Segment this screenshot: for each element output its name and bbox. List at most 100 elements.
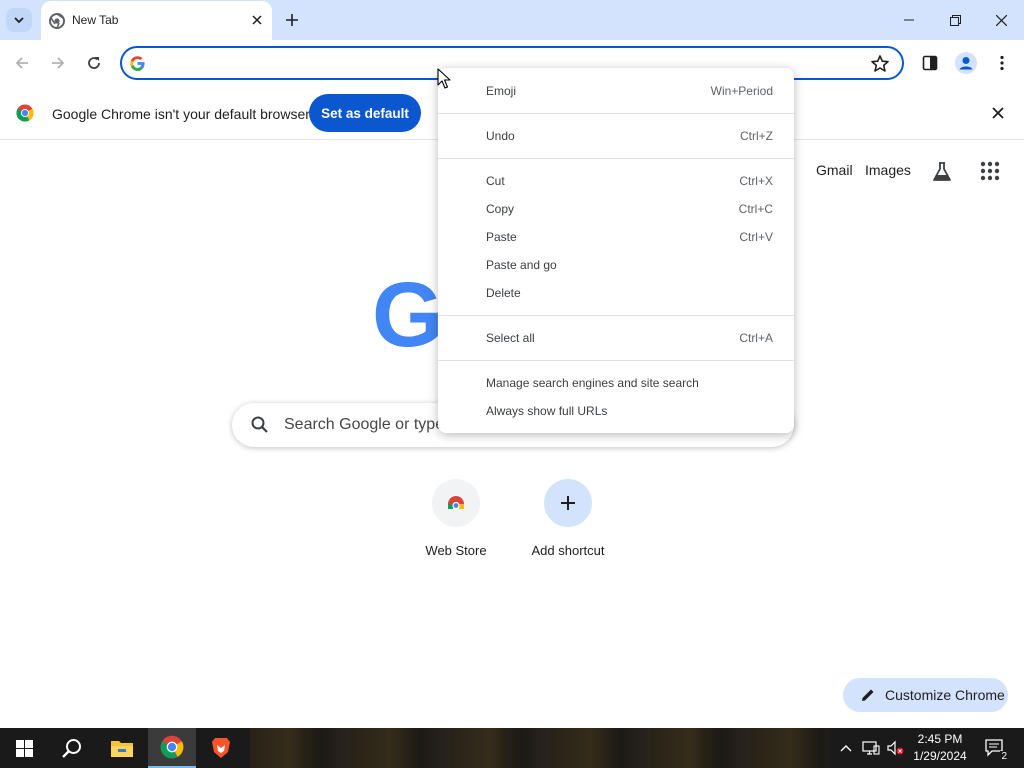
labs-flask-icon[interactable] [930,160,954,184]
menu-separator [438,360,794,361]
close-window-button[interactable] [978,0,1024,40]
chrome-logo-icon [16,104,34,122]
menu-item-copy[interactable]: Copy Ctrl+C [438,196,794,224]
menu-item-shortcut: Ctrl+V [739,230,773,244]
volume-muted-icon [887,740,904,756]
menu-item-label: Manage search engines and site search [486,376,699,390]
arrow-right-icon [52,57,65,69]
close-icon[interactable] [990,105,1006,121]
menu-item-label: Select all [486,331,535,345]
menu-item-shortcut: Ctrl+X [739,174,773,188]
menu-separator [438,113,794,114]
taskbar-chrome[interactable] [148,728,196,768]
tab-close-button[interactable] [248,11,266,29]
minimize-icon [904,19,914,21]
menu-item-manage-search-engines[interactable]: Manage search engines and site search [438,370,794,398]
infobar-message: Google Chrome isn't your default browser [52,106,310,122]
chrome-favicon-icon [49,13,65,29]
set-as-default-button[interactable]: Set as default [309,94,421,132]
reload-button[interactable] [82,51,106,75]
clock-date: 1/29/2024 [913,749,967,763]
menu-item-shortcut: Ctrl+A [739,331,773,345]
shortcut-add[interactable]: Add shortcut [512,479,624,569]
show-hidden-icons-button[interactable] [836,728,856,768]
folder-icon [111,741,133,757]
start-button[interactable] [0,728,48,768]
notification-count: 2 [1000,751,1008,762]
windows-taskbar: 2:45 PM 1/29/2024 2 [0,728,1024,768]
shortcut-tile [544,479,592,527]
menu-item-paste-and-go[interactable]: Paste and go [438,252,794,280]
minimize-button[interactable] [886,0,932,40]
taskbar-wallpaper [250,728,830,768]
windows-logo-icon [15,739,33,757]
shortcut-tile [432,479,480,527]
chevron-down-icon [14,17,24,24]
side-panel-icon [922,55,938,71]
mouse-cursor-icon [437,68,451,89]
google-g-icon [130,56,145,72]
network-tray-button[interactable] [860,728,882,768]
action-center-button[interactable]: 2 [978,728,1012,768]
search-icon [251,416,268,433]
taskbar-search-button[interactable] [48,728,96,768]
volume-tray-button[interactable] [884,728,906,768]
clock-time: 2:45 PM [917,732,963,746]
bookmark-star-icon[interactable] [870,54,890,74]
menu-item-label: Always show full URLs [486,404,608,418]
menu-separator [438,315,794,316]
tab-new-tab[interactable]: New Tab [41,1,272,40]
chrome-menu-button[interactable] [990,51,1014,75]
google-logo: G [372,264,444,366]
google-apps-icon[interactable] [980,161,1000,181]
side-panel-button[interactable] [918,51,942,75]
menu-item-label: Paste [486,230,517,244]
plus-icon [286,14,298,26]
menu-item-always-show-full-urls[interactable]: Always show full URLs [438,398,794,426]
gmail-link[interactable]: Gmail [816,162,853,178]
menu-item-undo[interactable]: Undo Ctrl+Z [438,123,794,151]
kebab-menu-icon [1000,55,1004,71]
arrow-left-icon [15,57,28,69]
chrome-logo-icon [160,735,184,759]
chrome-window: New Tab Google Chrome isn't your default… [0,0,1024,768]
menu-item-label: Delete [486,286,521,300]
shortcut-label: Web Store [425,543,487,558]
profile-avatar-icon [955,52,977,74]
menu-item-label: Undo [486,129,515,143]
tab-search-button[interactable] [6,8,32,32]
menu-item-label: Paste and go [486,258,557,272]
menu-item-shortcut: Ctrl+C [738,202,773,216]
menu-item-paste[interactable]: Paste Ctrl+V [438,224,794,252]
taskbar-clock[interactable]: 2:45 PM 1/29/2024 [908,731,972,765]
menu-item-label: Copy [486,202,515,216]
close-icon [252,15,262,25]
search-icon [62,739,81,758]
menu-item-shortcut: Win+Period [710,84,773,98]
tab-strip: New Tab [0,0,1024,40]
taskbar-brave[interactable] [197,728,245,768]
taskbar-file-explorer[interactable] [98,728,146,768]
customize-chrome-button[interactable]: Customize Chrome [843,678,1008,712]
new-tab-button[interactable] [281,9,303,31]
back-button[interactable] [10,51,34,75]
omnibox-context-menu: Emoji Win+Period Undo Ctrl+Z Cut Ctrl+X … [438,68,794,433]
menu-item-label: Cut [486,174,505,188]
restore-button[interactable] [932,0,978,40]
network-icon [862,741,880,755]
chevron-up-icon [840,745,852,752]
restore-icon [949,14,961,26]
shortcut-label: Add shortcut [531,543,605,558]
shortcut-web-store[interactable]: Web Store [400,479,512,569]
menu-item-shortcut: Ctrl+Z [740,129,773,143]
images-link[interactable]: Images [865,162,911,178]
close-icon [995,14,1007,26]
search-placeholder: Search Google or type [284,416,445,433]
profile-button[interactable] [954,51,978,75]
forward-button[interactable] [46,51,70,75]
menu-item-cut[interactable]: Cut Ctrl+X [438,168,794,196]
menu-item-select-all[interactable]: Select all Ctrl+A [438,325,794,353]
menu-item-emoji[interactable]: Emoji Win+Period [438,78,794,106]
pencil-icon [862,689,874,701]
menu-item-delete[interactable]: Delete [438,280,794,308]
